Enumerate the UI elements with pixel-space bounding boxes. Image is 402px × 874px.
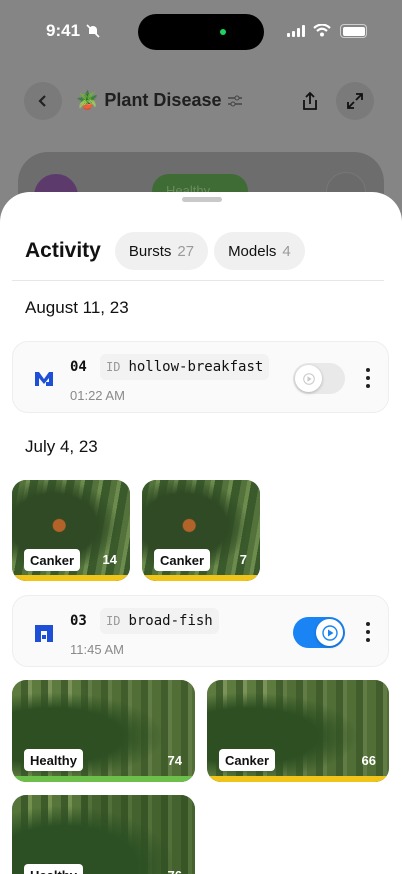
run-id-value: broad-fish [128,613,213,629]
potted-plant-icon: 🪴 [76,90,99,110]
burst-thumbnail[interactable]: Healthy 74 [12,680,195,782]
burst-label: Healthy [24,749,83,771]
burst-thumbnail[interactable]: Canker 14 [12,480,130,581]
status-time: 9:41 [46,21,81,40]
run-number: 04 [70,359,87,375]
sheet-title: Activity [25,239,101,262]
burst-thumbnail[interactable]: Canker 66 [207,680,389,782]
burst-count: 76 [168,868,182,874]
dynamic-island [138,14,264,50]
tab-label: Models [228,242,277,260]
more-options-button[interactable] [362,368,374,388]
divider [12,280,384,281]
tab-label: Bursts [128,242,172,260]
burst-count: 66 [361,753,376,768]
tab-count: 4 [282,242,291,260]
run-id: ID hollow-breakfast [100,354,270,380]
page-title: 🪴 Plant Disease [76,90,243,111]
date-header: July 4, 23 [25,437,98,456]
burst-thumbnail[interactable]: Canker 7 [142,480,260,581]
burst-count: 74 [167,753,182,768]
model-logo-icon [35,625,53,642]
status-bar-indicator [12,575,130,581]
burst-thumbnail[interactable]: Healthy 76 [12,795,195,874]
status-bar-indicator [207,776,389,782]
run-time: 11:45 AM [70,642,124,657]
play-icon [321,624,338,641]
tab-count: 27 [177,242,195,260]
run-card[interactable]: 04 ID hollow-breakfast 01:22 AM [12,341,389,413]
expand-button[interactable] [336,82,374,120]
run-number: 03 [70,613,87,629]
date-header: August 11, 23 [25,298,129,317]
tab-bursts[interactable]: Bursts 27 [114,232,209,270]
tab-models[interactable]: Models 4 [214,232,305,270]
status-bar-indicator [12,776,195,782]
burst-count: 14 [102,552,117,567]
sheet-grabber[interactable] [182,197,222,202]
sliders-icon[interactable] [227,94,243,108]
chevron-left-icon [38,95,46,107]
battery-icon [340,24,367,38]
run-id: ID broad-fish [100,608,219,634]
run-play-toggle[interactable] [293,363,345,394]
page-title-text: Plant Disease [104,90,222,110]
run-time: 01:22 AM [70,388,125,403]
burst-label: Canker [219,749,276,771]
run-id-value: hollow-breakfast [128,359,264,375]
share-icon [303,91,317,110]
wifi-icon [313,24,331,37]
burst-image [12,795,195,874]
play-icon [302,372,315,385]
expand-icon [347,93,363,109]
share-button[interactable] [291,82,329,120]
model-logo-icon [35,372,53,386]
burst-label: Canker [24,549,81,571]
sheet-header: Activity Bursts 27 Models 4 [25,232,402,270]
status-bar: 9:41 [0,0,402,60]
burst-label: Canker [154,549,211,571]
cellular-signal-icon [287,25,305,37]
run-card[interactable]: 03 ID broad-fish 11:45 AM [12,595,389,667]
run-play-toggle[interactable] [293,617,345,648]
back-button[interactable] [24,82,62,120]
run-id-label: ID [106,614,121,628]
more-options-button[interactable] [362,622,374,642]
nav-bar: 🪴 Plant Disease [0,80,402,124]
bell-off-icon [86,24,100,38]
burst-count: 7 [239,552,247,567]
run-id-label: ID [106,360,121,374]
activity-sheet: Activity Bursts 27 Models 4 August 11, 2… [0,192,402,874]
status-bar-indicator [142,575,260,581]
burst-label: Healthy [24,864,83,874]
